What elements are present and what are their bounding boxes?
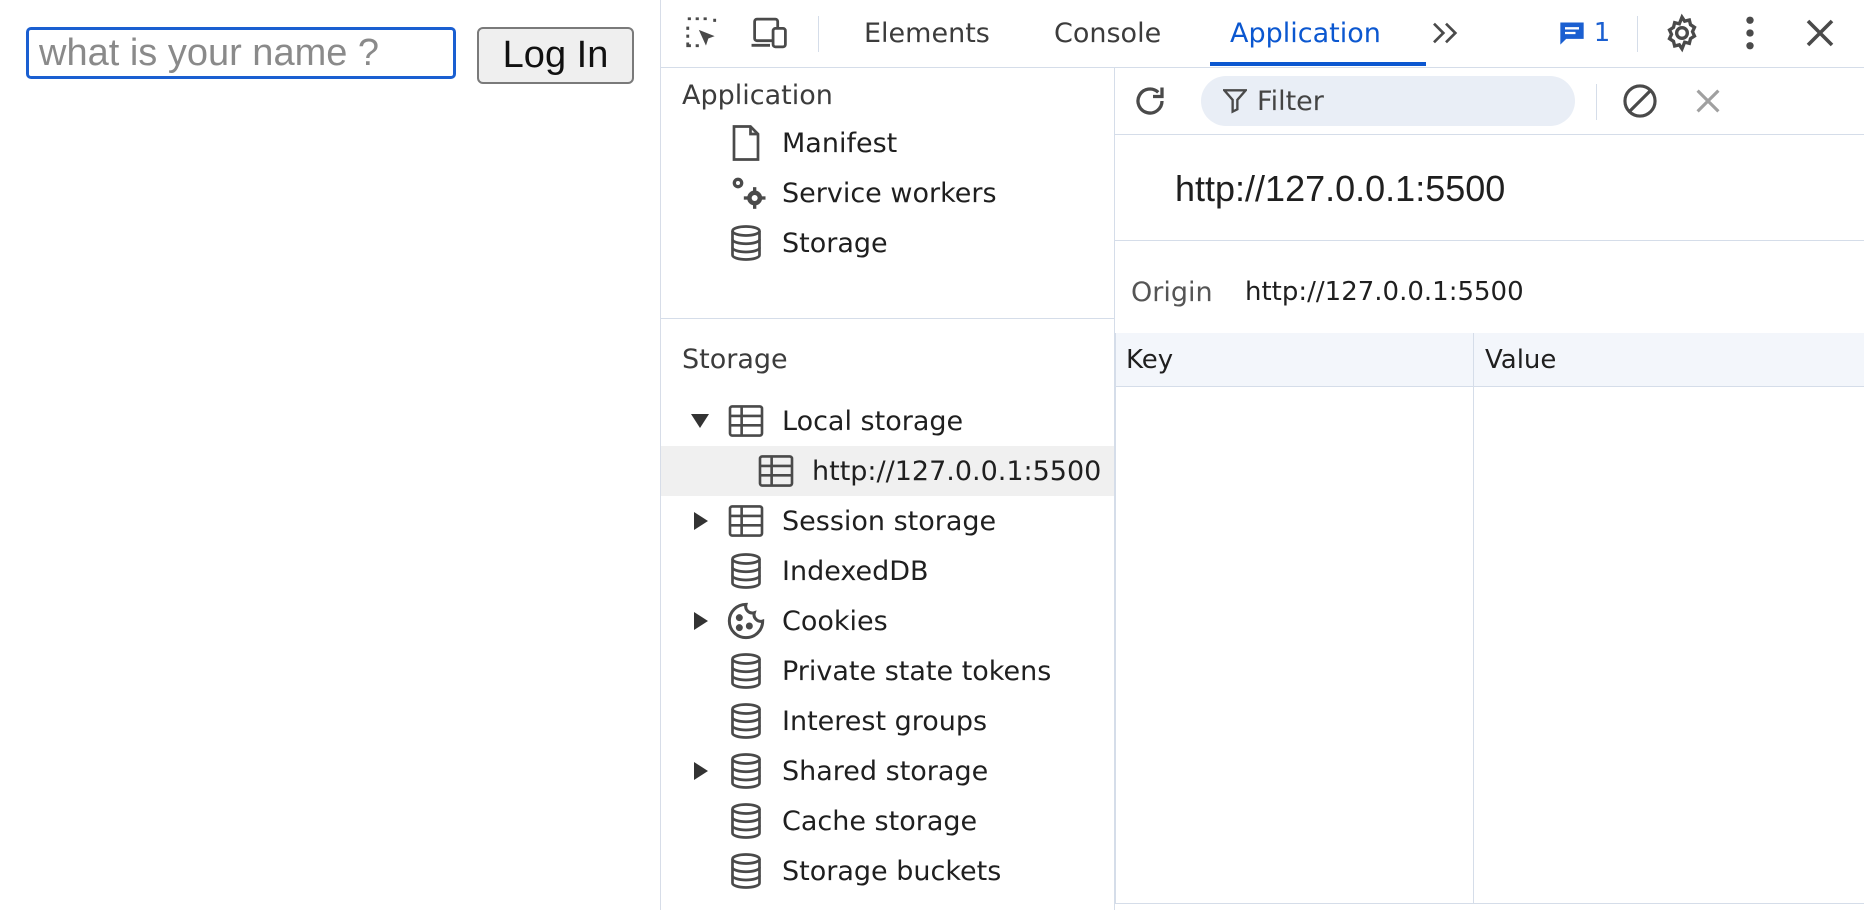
sidebar-item-storage-overview[interactable]: Storage xyxy=(661,218,1114,268)
gears-icon xyxy=(728,173,768,213)
refresh-icon[interactable] xyxy=(1129,80,1171,122)
origin-label: Origin xyxy=(1131,277,1213,308)
delete-selected-icon[interactable] xyxy=(1687,80,1729,122)
database-icon xyxy=(726,751,766,791)
section-title-storage: Storage xyxy=(682,344,788,375)
sidebar-item-label: IndexedDB xyxy=(782,555,929,587)
issues-button[interactable]: 1 xyxy=(1554,12,1614,54)
database-icon xyxy=(726,701,766,741)
sidebar-item-manifest[interactable]: Manifest xyxy=(661,118,1114,168)
document-icon xyxy=(726,123,766,163)
sidebar-item-label: Shared storage xyxy=(782,755,989,787)
sidebar-item-session-storage[interactable]: Session storage xyxy=(661,496,1114,546)
origin-value: http://127.0.0.1:5500 xyxy=(1245,277,1524,307)
application-sidebar: Application Manifest Service workers Sto… xyxy=(661,68,1115,910)
sidebar-item-cache-storage[interactable]: Cache storage xyxy=(661,796,1114,846)
table-icon xyxy=(726,501,766,541)
clear-all-icon[interactable] xyxy=(1619,80,1661,122)
grid-header: Key Value xyxy=(1116,333,1864,387)
storage-data-grid: Key Value xyxy=(1115,333,1864,904)
more-options-icon[interactable] xyxy=(1729,12,1771,54)
device-toolbar-icon[interactable] xyxy=(749,12,791,54)
web-page: Log In xyxy=(0,0,660,910)
message-icon xyxy=(1560,22,1584,45)
sidebar-item-interest-groups[interactable]: Interest groups xyxy=(661,696,1114,746)
issues-count: 1 xyxy=(1593,18,1611,48)
active-tab-indicator xyxy=(1210,62,1426,66)
collapsed-arrow-icon[interactable] xyxy=(692,611,710,631)
column-header-key[interactable]: Key xyxy=(1126,345,1173,375)
collapsed-arrow-icon[interactable] xyxy=(692,511,710,531)
tab-console[interactable]: Console xyxy=(1054,0,1161,67)
database-icon xyxy=(726,801,766,841)
more-tabs-chevron-icon[interactable] xyxy=(1425,12,1467,54)
table-icon xyxy=(756,451,796,491)
sidebar-item-label: Session storage xyxy=(782,505,997,537)
filter-input[interactable] xyxy=(1255,84,1559,118)
devtools-tab-bar: Elements Console Application 1 xyxy=(661,0,1864,68)
sidebar-item-label: Local storage xyxy=(782,405,964,437)
origin-heading: http://127.0.0.1:5500 xyxy=(1175,168,1506,209)
storage-toolbar xyxy=(1115,68,1864,135)
filter-box[interactable] xyxy=(1201,76,1575,126)
sidebar-item-label: Manifest xyxy=(782,127,898,159)
filter-funnel-icon xyxy=(1223,88,1247,114)
column-header-value[interactable]: Value xyxy=(1485,345,1556,375)
sidebar-item-label: Cache storage xyxy=(782,805,978,837)
expanded-arrow-icon[interactable] xyxy=(691,411,709,431)
login-button[interactable]: Log In xyxy=(477,27,634,84)
sidebar-item-local-storage-origin[interactable]: http://127.0.0.1:5500 xyxy=(661,446,1114,496)
tab-elements[interactable]: Elements xyxy=(864,0,990,67)
cookie-icon xyxy=(726,601,766,641)
database-icon xyxy=(726,223,766,263)
sidebar-item-storage-buckets[interactable]: Storage buckets xyxy=(661,846,1114,896)
sidebar-item-label: Storage xyxy=(782,227,888,259)
devtools-panel: Elements Console Application 1 Applicati… xyxy=(660,0,1864,910)
close-devtools-icon[interactable] xyxy=(1799,12,1841,54)
sidebar-item-label: Storage buckets xyxy=(782,855,1002,887)
sidebar-item-private-state-tokens[interactable]: Private state tokens xyxy=(661,646,1114,696)
database-icon xyxy=(726,851,766,891)
sidebar-item-label: http://127.0.0.1:5500 xyxy=(812,455,1102,487)
sidebar-item-label: Cookies xyxy=(782,605,888,637)
sidebar-item-label: Service workers xyxy=(782,177,997,209)
tab-application[interactable]: Application xyxy=(1230,0,1381,67)
sidebar-item-service-workers[interactable]: Service workers xyxy=(661,168,1114,218)
sidebar-item-cookies[interactable]: Cookies xyxy=(661,596,1114,646)
sidebar-item-label: Interest groups xyxy=(782,705,988,737)
origin-info-row: Origin http://127.0.0.1:5500 xyxy=(1115,240,1864,342)
inspect-element-icon[interactable] xyxy=(681,12,723,54)
name-input[interactable] xyxy=(26,27,456,79)
table-icon xyxy=(726,401,766,441)
collapsed-arrow-icon[interactable] xyxy=(692,761,710,781)
sidebar-item-shared-storage[interactable]: Shared storage xyxy=(661,746,1114,796)
settings-gear-icon[interactable] xyxy=(1661,12,1703,54)
storage-detail-pane: http://127.0.0.1:5500 Origin http://127.… xyxy=(1115,68,1864,910)
database-icon xyxy=(726,551,766,591)
section-title-application: Application xyxy=(682,80,833,111)
sidebar-item-label: Private state tokens xyxy=(782,655,1052,687)
sidebar-item-indexeddb[interactable]: IndexedDB xyxy=(661,546,1114,596)
sidebar-item-local-storage[interactable]: Local storage xyxy=(661,396,1114,446)
database-icon xyxy=(726,651,766,691)
